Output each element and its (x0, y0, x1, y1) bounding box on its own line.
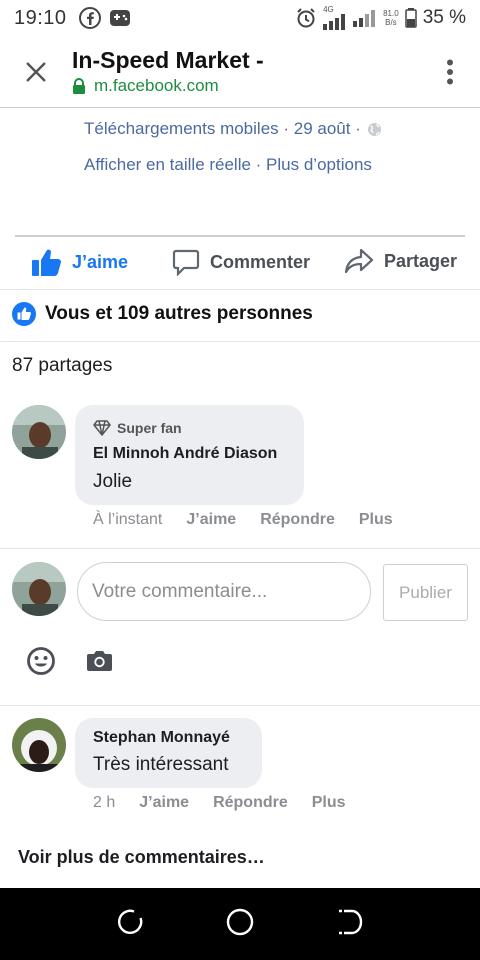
reactions-summary[interactable]: Vous et 109 autres personnes (12, 302, 313, 326)
network-type: 4G (323, 5, 334, 14)
comment-actions: 2 h J’aime Répondre Plus (93, 794, 346, 812)
camera-icon (87, 651, 112, 671)
avatar[interactable] (12, 405, 66, 459)
share-button[interactable]: Partager (344, 248, 457, 274)
back-icon (339, 909, 363, 934)
avatar[interactable] (12, 718, 66, 772)
reactions-text: Vous et 109 autres personnes (45, 303, 313, 324)
battery-icon (404, 8, 417, 28)
comment-text: Très intéressant (93, 754, 229, 775)
status-bar: 19:10 4G 81.0 B/s 35 % (0, 0, 480, 36)
see-more-comments-link[interactable]: Voir plus de commentaires… (18, 847, 265, 868)
signal-2-icon (353, 9, 377, 27)
alarm-icon (295, 7, 317, 29)
like-button[interactable]: J’aime (32, 248, 128, 276)
more-vert-icon (447, 59, 453, 84)
divider (0, 341, 480, 342)
shares-count[interactable]: 87 partages (12, 355, 112, 377)
comment-input-placeholder: Votre commentaire... (92, 580, 268, 602)
close-icon (26, 61, 46, 82)
badge-label: Super fan (117, 420, 182, 436)
globe-icon (367, 122, 381, 136)
comment-label: Commenter (210, 251, 311, 272)
recents-button[interactable] (115, 907, 145, 942)
system-nav-bar (0, 888, 480, 960)
share-icon (344, 248, 374, 274)
emoji-icon (27, 647, 55, 675)
camera-button[interactable] (86, 650, 113, 677)
comment-time[interactable]: À l’instant (93, 511, 162, 529)
title-area: In-Speed Market - m.facebook.com (72, 47, 420, 96)
browser-header: In-Speed Market - m.facebook.com (0, 36, 480, 108)
action-bar: J’aime Commenter Partager (0, 240, 480, 288)
divider (0, 548, 480, 549)
post-meta-line: Téléchargements mobiles · 29 août · (84, 119, 382, 139)
comment-reply-button[interactable]: Répondre (260, 511, 335, 529)
facebook-icon (78, 7, 101, 29)
page-title: In-Speed Market - (72, 47, 264, 73)
post-options-line[interactable]: Afficher en taille réelle · Plus d’optio… (84, 155, 372, 175)
emoji-button[interactable] (26, 646, 56, 681)
publish-button[interactable]: Publier (383, 564, 468, 621)
overflow-menu-button[interactable] (420, 36, 480, 108)
battery-percent: 35 % (422, 7, 466, 28)
comment-author[interactable]: El Minnoh André Diason (93, 445, 277, 463)
net-speed: 81.0 B/s (383, 9, 399, 27)
comment-more-button[interactable]: Plus (312, 794, 346, 812)
thumbs-up-icon (32, 249, 61, 276)
like-label: J’aime (72, 251, 129, 272)
comment-input[interactable]: Votre commentaire... (77, 562, 371, 621)
comment-actions: À l’instant J’aime Répondre Plus (93, 511, 393, 529)
signal-icon: 4G (323, 6, 347, 30)
diamond-icon (93, 420, 111, 436)
lock-icon (73, 78, 85, 94)
url-row: m.facebook.com (72, 76, 420, 96)
post-meta-text[interactable]: Téléchargements mobiles · 29 août · (84, 119, 361, 139)
gamepad-icon (109, 8, 131, 28)
super-fan-badge: Super fan (93, 420, 182, 436)
comment-time[interactable]: 2 h (93, 794, 115, 812)
home-icon (226, 908, 254, 935)
comment-text: Jolie (93, 471, 133, 492)
comment-icon (172, 249, 200, 276)
back-button[interactable] (335, 907, 365, 942)
url-text: m.facebook.com (94, 76, 219, 95)
comment-more-button[interactable]: Plus (359, 511, 393, 529)
divider (0, 289, 480, 290)
share-label: Partager (384, 250, 458, 271)
action-divider (15, 235, 465, 237)
comment-author[interactable]: Stephan Monnayé (93, 729, 230, 747)
home-button[interactable] (225, 907, 255, 942)
comment-bubble: Super fan El Minnoh André Diason Jolie (75, 405, 304, 505)
like-reaction-icon (12, 302, 36, 326)
comment-like-button[interactable]: J’aime (186, 511, 236, 529)
status-time: 19:10 (14, 6, 67, 29)
divider (0, 705, 480, 706)
net-speed-value: 81.0 (383, 9, 399, 18)
close-button[interactable] (0, 36, 72, 108)
comment-button[interactable]: Commenter (172, 248, 310, 276)
recents-icon (117, 909, 143, 934)
net-speed-unit: B/s (385, 18, 397, 27)
my-avatar (12, 562, 66, 616)
comment-reply-button[interactable]: Répondre (213, 794, 288, 812)
comment-bubble: Stephan Monnayé Très intéressant (75, 718, 262, 788)
comment-like-button[interactable]: J’aime (139, 794, 189, 812)
